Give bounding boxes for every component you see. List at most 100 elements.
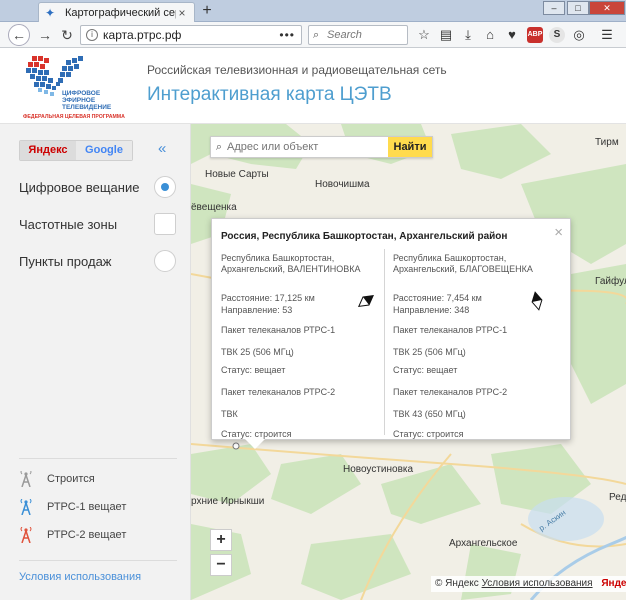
direction-arrow-icon	[357, 294, 375, 308]
collapse-sidebar-icon[interactable]: «	[158, 140, 166, 157]
layer-radio-sales[interactable]	[154, 250, 176, 272]
layer-radio-digital[interactable]	[154, 176, 176, 198]
home-icon[interactable]: ⌂	[482, 27, 498, 43]
transmitter-location: Республика Башкортостан, Архангельский, …	[393, 253, 533, 274]
digital-tv-logo[interactable]: ЦИФРОВОЕ ЭФИРНОЕ ТЕЛЕВИДЕНИЕ ФЕДЕРАЛЬНАЯ…	[22, 54, 130, 120]
antenna-blue-icon	[20, 499, 32, 515]
provider-yandex[interactable]: Яндекс	[20, 141, 76, 160]
package-1-label: Пакет телеканалов РТРС-1	[393, 325, 508, 335]
map-place-label: Гайфулл	[595, 276, 626, 287]
transmitter-direction: Направление: 53	[221, 305, 293, 315]
map-place-label: Тирм	[595, 137, 619, 148]
browser-nav-bar: ← → ↻ i карта.ртрс.рф ••• ⌕ Search ☆ ▤ ⤓…	[0, 22, 626, 48]
transmitter-direction: Направление: 348	[393, 305, 470, 315]
package-1-channel: ТВК 25 (506 МГц)	[393, 347, 466, 357]
layer-label-zones: Частотные зоны	[19, 217, 118, 232]
transmitter-distance: Расстояние: 17,125 км	[221, 293, 315, 303]
svg-text:ФЕДЕРАЛЬНАЯ ЦЕЛЕВАЯ ПРОГРАММА: ФЕДЕРАЛЬНАЯ ЦЕЛЕВАЯ ПРОГРАММА	[23, 114, 125, 120]
url-text: карта.ртрс.рф	[103, 28, 182, 42]
package-2-status: Статус: строится	[393, 429, 464, 439]
attribution-terms-link[interactable]: Условия использования	[482, 578, 593, 589]
map-place-label: Новочишма	[315, 179, 370, 190]
package-2-label: Пакет телеканалов РТРС-2	[393, 387, 508, 397]
minimize-icon[interactable]: –	[543, 1, 565, 15]
legend-item: Строится	[19, 469, 179, 491]
info-icon[interactable]: i	[86, 29, 98, 41]
sidebar: Яндекс Google « Цифровое вещание Частотн…	[0, 124, 191, 600]
map-search-box: ⌕ Найти	[210, 136, 433, 158]
site-header: ЦИФРОВОЕ ЭФИРНОЕ ТЕЛЕВИДЕНИЕ ФЕДЕРАЛЬНАЯ…	[0, 49, 626, 124]
map-place-label: Ред	[609, 492, 626, 503]
menu-icon[interactable]: ☰	[599, 27, 615, 43]
search-icon: ⌕	[215, 141, 223, 153]
map-place-label: ёвещенка	[191, 202, 237, 213]
browser-tab[interactable]: ✦ Картографический сервис Р ×	[38, 2, 195, 22]
map-search-button[interactable]: Найти	[388, 137, 432, 157]
layer-checkbox-zones[interactable]	[154, 213, 176, 235]
package-2-channel: ТВК 43 (650 МГц)	[393, 409, 466, 419]
package-2-channel: ТВК	[221, 409, 238, 419]
transmitter-location: Республика Башкортостан, Архангельский, …	[221, 253, 361, 274]
reading-list-icon[interactable]: ▤	[438, 27, 454, 43]
balloon-title: Россия, Республика Башкортостан, Арханге…	[221, 231, 508, 242]
butterfly-favicon-icon: ✦	[45, 5, 56, 20]
forward-icon[interactable]: →	[36, 26, 54, 44]
maximize-icon[interactable]: □	[567, 1, 589, 15]
browser-tab-bar: ✦ Картографический сервис Р × + – □ ✕	[0, 0, 626, 22]
package-1-status: Статус: вещает	[221, 365, 286, 375]
pocket-icon[interactable]: ♥	[504, 27, 520, 43]
antenna-gray-icon	[20, 471, 32, 487]
tab-close-icon[interactable]: ×	[176, 6, 188, 20]
bookmark-star-icon[interactable]: ☆	[416, 27, 432, 43]
balloon-divider	[384, 249, 385, 435]
extension-rings-icon[interactable]: ◎	[571, 27, 587, 43]
map-place-label: Новоустиновка	[343, 464, 414, 475]
terms-link[interactable]: Условия использования	[19, 571, 141, 583]
reload-icon[interactable]: ↻	[58, 26, 76, 44]
attribution-copyright: © Яндекс	[435, 578, 479, 589]
search-icon: ⌕	[313, 29, 320, 41]
antenna-red-icon	[20, 527, 32, 543]
map-place-label: Новые Сарты	[205, 169, 269, 180]
window-close-icon[interactable]: ✕	[589, 1, 625, 15]
yandex-logo[interactable]: Яндекс	[601, 578, 626, 589]
map-provider-switch: Яндекс Google	[19, 140, 133, 161]
adblock-icon[interactable]: ABP	[527, 27, 543, 43]
legend-divider	[19, 458, 177, 459]
map-place-label: Архангельское	[449, 538, 518, 549]
layer-label-sales: Пункты продаж	[19, 254, 112, 269]
svg-text:ЭФИРНОЕ: ЭФИРНОЕ	[62, 97, 96, 104]
new-tab-icon[interactable]: +	[199, 3, 215, 19]
provider-google[interactable]: Google	[76, 141, 132, 160]
layer-label-digital: Цифровое вещание	[19, 180, 140, 195]
package-1-status: Статус: вещает	[393, 365, 458, 375]
svg-text:ТЕЛЕВИДЕНИЕ: ТЕЛЕВИДЕНИЕ	[62, 104, 112, 111]
package-1-channel: ТВК 25 (506 МГц)	[221, 347, 294, 357]
organization-name: Российская телевизионная и радиовещатель…	[147, 63, 447, 77]
extension-s-icon[interactable]: S	[549, 27, 565, 43]
browser-search-input[interactable]: ⌕ Search	[308, 25, 408, 45]
map-search-input[interactable]	[227, 137, 388, 157]
url-bar[interactable]: i карта.ртрс.рф •••	[80, 25, 302, 45]
tab-title: Картографический сервис Р	[65, 6, 176, 19]
map-attribution: © Яндекс Условия использования Яндекс	[431, 576, 626, 592]
legend-item: РТРС-2 вещает	[19, 525, 179, 547]
footer-divider	[19, 560, 177, 561]
zoom-in-button[interactable]: +	[210, 529, 232, 551]
info-balloon: Россия, Республика Башкортостан, Арханге…	[211, 218, 571, 440]
zoom-out-button[interactable]: −	[210, 554, 232, 576]
download-icon[interactable]: ⤓	[460, 27, 476, 43]
legend-item: РТРС-1 вещает	[19, 497, 179, 519]
page-actions-icon[interactable]: •••	[279, 26, 295, 44]
transmitter-distance: Расстояние: 7,454 км	[393, 293, 482, 303]
balloon-close-icon[interactable]: ×	[554, 224, 563, 241]
package-1-label: Пакет телеканалов РТРС-1	[221, 325, 336, 335]
balloon-tail	[245, 439, 265, 449]
back-icon[interactable]: ←	[8, 24, 30, 46]
direction-arrow-icon	[531, 291, 543, 311]
package-2-label: Пакет телеканалов РТРС-2	[221, 387, 336, 397]
map-canvas[interactable]: Новые Сарты Новочишма ёвещенка Тирм Гайф…	[191, 124, 626, 600]
butterfly-logo-icon: ЦИФРОВОЕ ЭФИРНОЕ ТЕЛЕВИДЕНИЕ ФЕДЕРАЛЬНАЯ…	[23, 56, 125, 120]
svg-text:ЦИФРОВОЕ: ЦИФРОВОЕ	[62, 90, 101, 97]
map-place-label: рхние Ирныкши	[191, 496, 265, 507]
